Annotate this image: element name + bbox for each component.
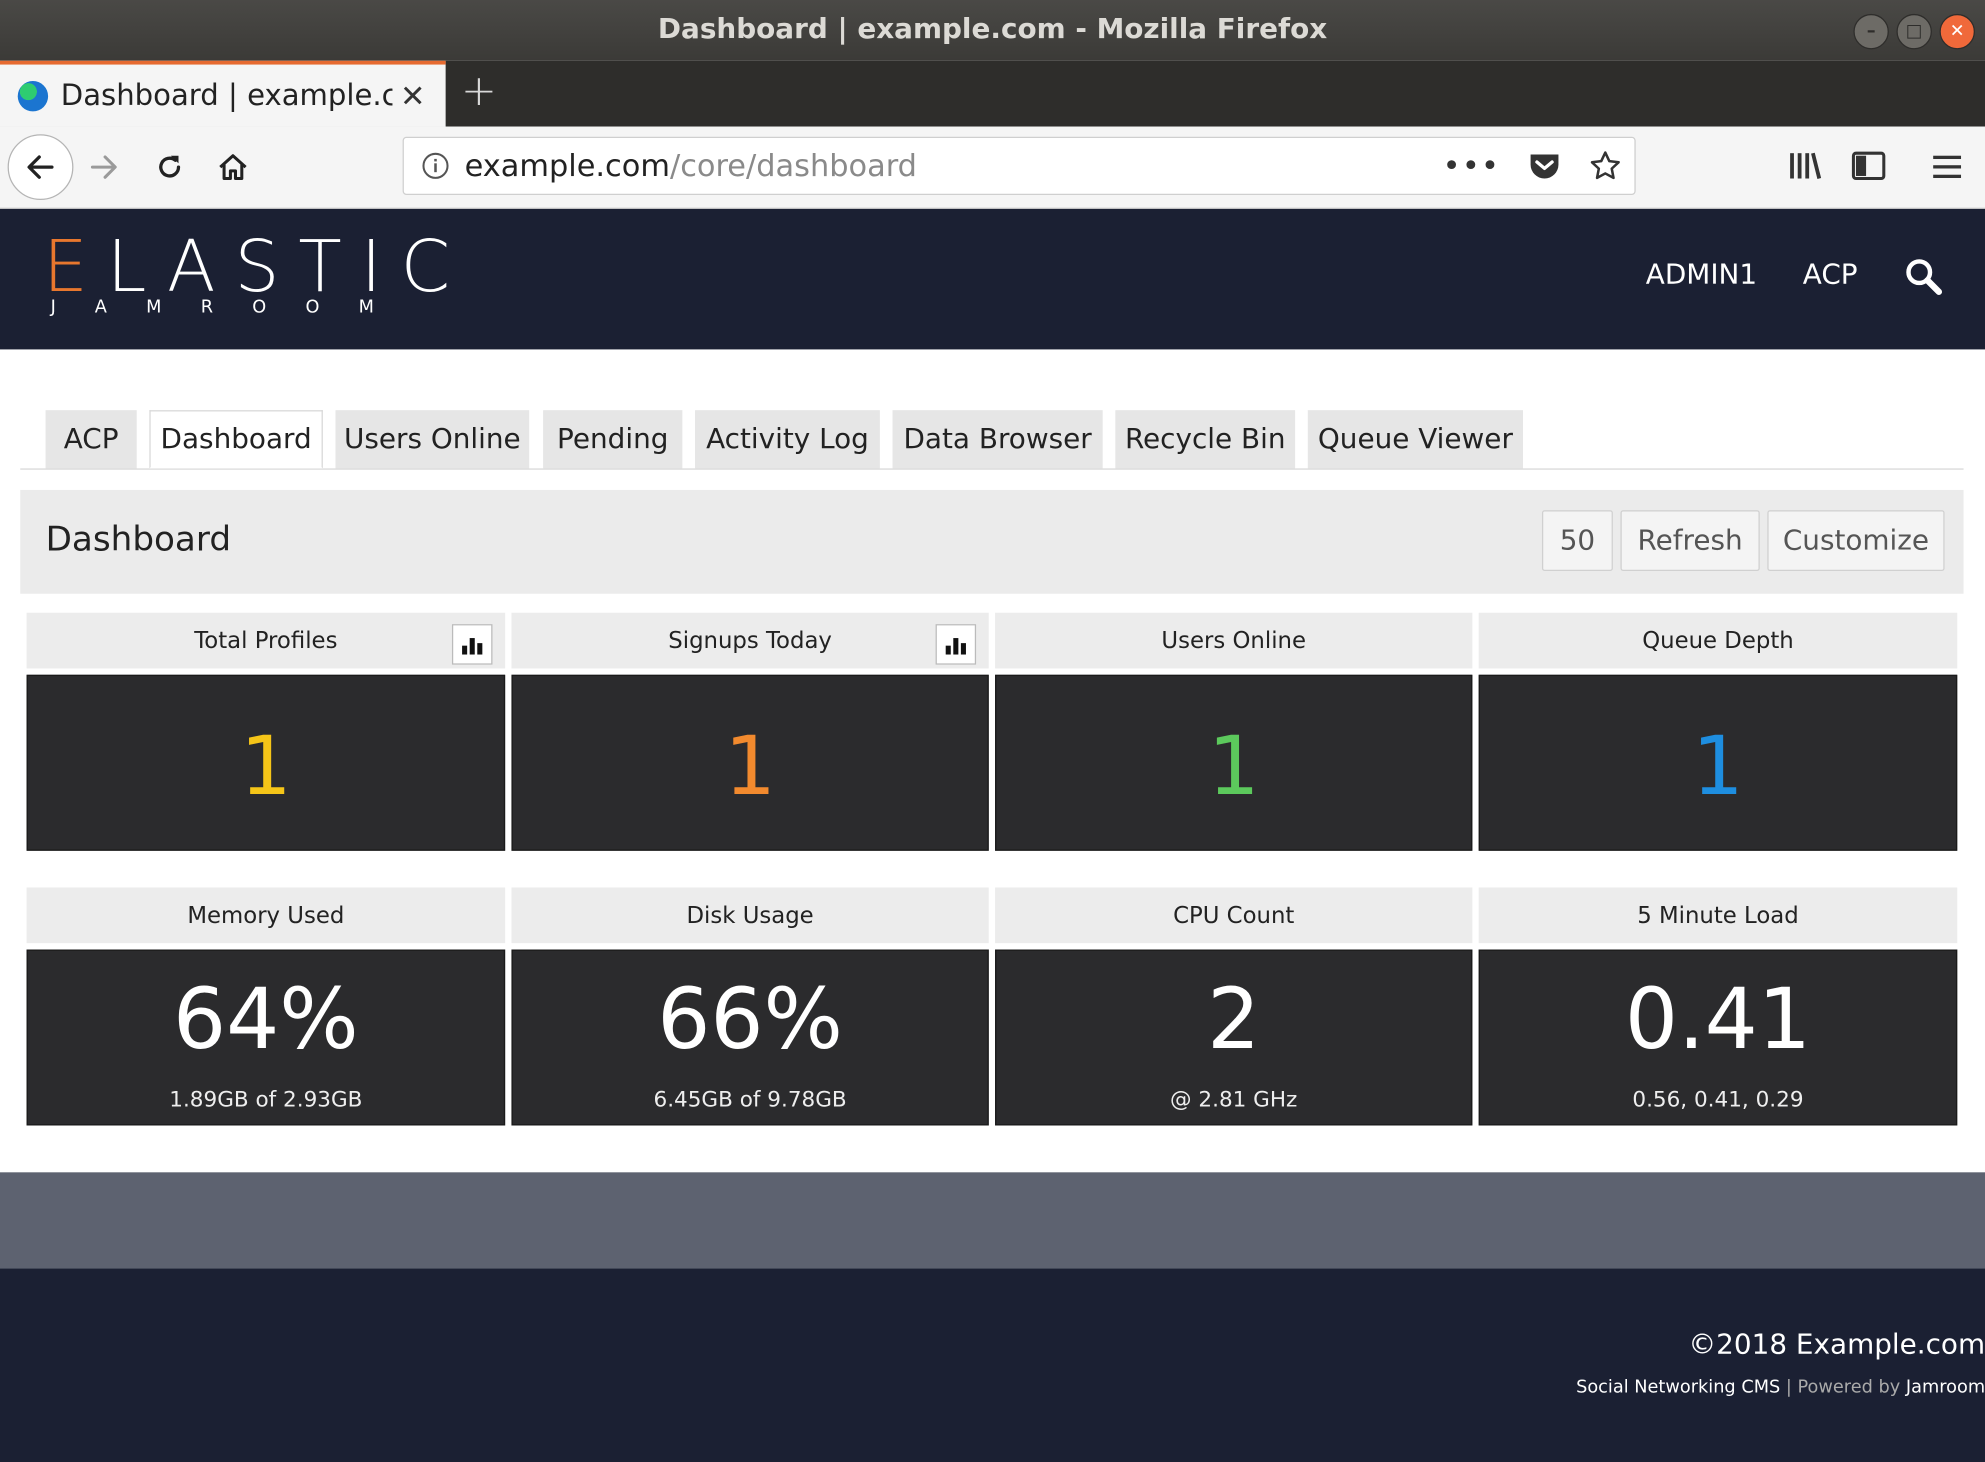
tab-activity-log[interactable]: Activity Log	[695, 410, 880, 469]
stat-value: 66%	[657, 971, 843, 1069]
customize-button[interactable]: Customize	[1767, 510, 1945, 571]
search-icon[interactable]	[1904, 257, 1945, 298]
tab-pending[interactable]: Pending	[543, 410, 683, 469]
maximize-icon[interactable]: □	[1896, 13, 1932, 50]
stat-card: 1	[511, 674, 989, 851]
tab-queue-viewer[interactable]: Queue Viewer	[1307, 410, 1523, 469]
browser-tabstrip: Dashboard | example.com ✕ +	[0, 60, 1985, 127]
stat-value: 1	[1692, 720, 1744, 815]
url-actions: •••	[1443, 138, 1622, 194]
window-titlebar: Dashboard | example.com - Mozilla Firefo…	[0, 0, 1985, 61]
count-button[interactable]: 50	[1541, 510, 1613, 571]
tab-recycle-bin[interactable]: Recycle Bin	[1115, 410, 1296, 469]
stat-card: 66% 6.45GB of 9.78GB	[511, 949, 989, 1126]
user-menu-link[interactable]: ADMIN1	[1646, 260, 1757, 292]
stat-card: 1	[995, 674, 1473, 851]
stat-value: 1	[724, 720, 776, 815]
new-tab-icon[interactable]: +	[461, 66, 497, 117]
refresh-button[interactable]: Refresh	[1620, 510, 1760, 571]
page-actions-icon[interactable]: •••	[1443, 148, 1501, 183]
url-path: /core/dashboard	[669, 148, 917, 184]
url-host: example.com	[464, 148, 670, 184]
screen: Dashboard | example.com - Mozilla Firefo…	[0, 0, 1985, 1462]
browser-tab-title: Dashboard | example.com	[60, 79, 393, 113]
tab-users-online[interactable]: Users Online	[335, 410, 530, 469]
stat-card: 1	[26, 674, 506, 851]
footer-powered-link[interactable]: Jamroom	[1906, 1377, 1985, 1397]
acp-link[interactable]: ACP	[1803, 260, 1858, 292]
stat-card: 2 @ 2.81 GHz	[995, 949, 1473, 1126]
site-logo-subtitle: JAMROOM	[50, 297, 414, 318]
card-title: CPU Count	[995, 887, 1473, 944]
footer-copyright[interactable]: ©2018 Example.com	[1688, 1329, 1985, 1361]
stat-detail: 6.45GB of 9.78GB	[653, 1087, 847, 1113]
close-tab-icon[interactable]: ✕	[400, 78, 425, 113]
card-title: Total Profiles	[26, 612, 506, 669]
url-bar[interactable]: example.com/core/dashboard •••	[402, 136, 1636, 195]
browser-navbar: example.com/core/dashboard •••	[0, 126, 1985, 209]
bookmark-star-icon[interactable]	[1589, 149, 1622, 182]
back-icon[interactable]	[7, 134, 74, 201]
page-title: Dashboard	[45, 520, 232, 560]
home-icon[interactable]	[203, 137, 264, 198]
footer-credits: Social Networking CMS | Powered by Jamro…	[1576, 1377, 1985, 1397]
footer-tagline[interactable]: Social Networking CMS	[1576, 1377, 1780, 1397]
window-title: Dashboard | example.com - Mozilla Firefo…	[657, 13, 1328, 46]
stat-card: 0.41 0.56, 0.41, 0.29	[1478, 949, 1958, 1126]
chart-icon[interactable]	[935, 624, 977, 665]
card-title: Signups Today	[511, 612, 989, 669]
reload-icon[interactable]	[139, 137, 200, 198]
pocket-icon[interactable]	[1528, 151, 1561, 181]
favicon-icon	[17, 80, 49, 111]
sidebar-icon[interactable]	[1851, 149, 1886, 182]
acp-tabs: ACP Dashboard Users Online Pending Activ…	[20, 410, 1964, 470]
stat-value: 64%	[172, 971, 359, 1069]
chart-icon[interactable]	[451, 624, 493, 665]
stat-detail: @ 2.81 GHz	[1170, 1087, 1298, 1113]
stat-value: 2	[1207, 971, 1261, 1069]
stat-value: 1	[240, 720, 292, 815]
card-title: 5 Minute Load	[1478, 887, 1958, 944]
minimize-icon[interactable]: –	[1853, 13, 1889, 50]
site-info-icon[interactable]	[422, 152, 450, 180]
stat-detail: 0.56, 0.41, 0.29	[1632, 1087, 1804, 1113]
footer-band	[0, 1172, 1985, 1269]
stat-card: 64% 1.89GB of 2.93GB	[26, 949, 506, 1126]
card-title: Memory Used	[26, 887, 506, 944]
menu-icon[interactable]	[1929, 152, 1964, 182]
forward-icon[interactable]	[73, 137, 134, 198]
close-window-icon[interactable]: ✕	[1939, 13, 1975, 50]
tab-dashboard[interactable]: Dashboard	[149, 410, 323, 469]
stat-card: 1	[1478, 674, 1958, 851]
site-header: ELASTIC JAMROOM ADMIN1 ACP	[0, 208, 1985, 350]
browser-tab[interactable]: Dashboard | example.com ✕	[0, 60, 446, 127]
dashboard-header: Dashboard 50 Refresh Customize	[20, 489, 1964, 594]
tab-acp[interactable]: ACP	[45, 410, 137, 469]
card-title: Disk Usage	[511, 887, 989, 944]
site-footer: ©2018 Example.com Social Networking CMS …	[0, 1268, 1985, 1462]
stat-detail: 1.89GB of 2.93GB	[169, 1087, 363, 1113]
url-text: example.com/core/dashboard	[465, 148, 917, 183]
footer-separator: |	[1785, 1377, 1792, 1398]
stat-value: 1	[1207, 720, 1260, 815]
footer-powered: Powered by	[1797, 1377, 1901, 1398]
card-title: Queue Depth	[1478, 612, 1958, 669]
library-icon[interactable]	[1788, 149, 1823, 182]
card-title: Users Online	[995, 612, 1473, 669]
window-controls: – □ ✕	[1853, 13, 1975, 50]
stat-value: 0.41	[1624, 971, 1811, 1069]
tab-data-browser[interactable]: Data Browser	[892, 410, 1103, 469]
